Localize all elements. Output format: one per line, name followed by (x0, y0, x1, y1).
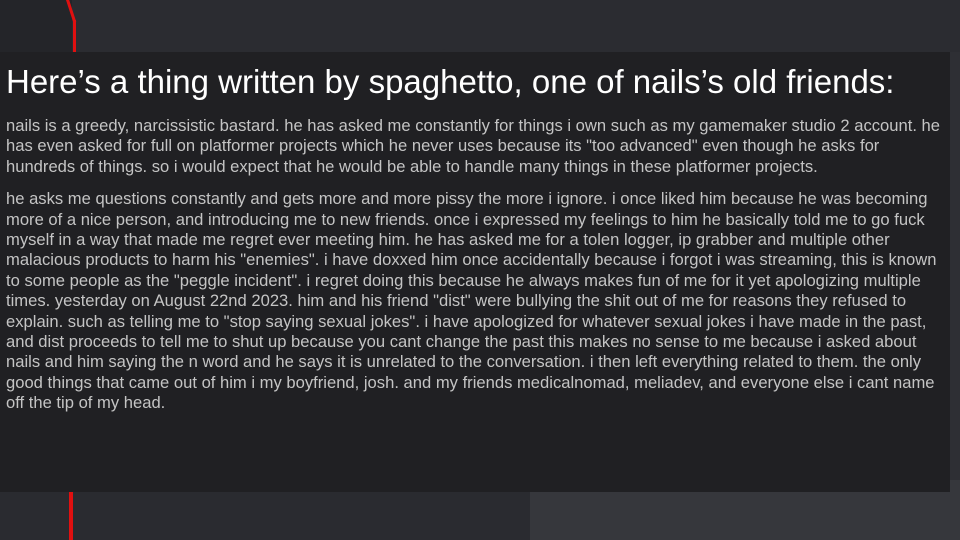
paragraph-2: he asks me questions constantly and gets… (6, 189, 937, 413)
background-window-bottom (0, 492, 530, 540)
red-accent-line-top-vertical (73, 20, 76, 54)
background-window-top (72, 0, 960, 52)
paragraph-1: nails is a greedy, narcissistic bastard.… (6, 116, 941, 176)
screen: Here’s a thing written by spaghetto, one… (0, 0, 960, 540)
text-panel: Here’s a thing written by spaghetto, one… (0, 52, 950, 492)
red-accent-line-bottom (69, 492, 73, 540)
page-title: Here’s a thing written by spaghetto, one… (6, 63, 895, 100)
